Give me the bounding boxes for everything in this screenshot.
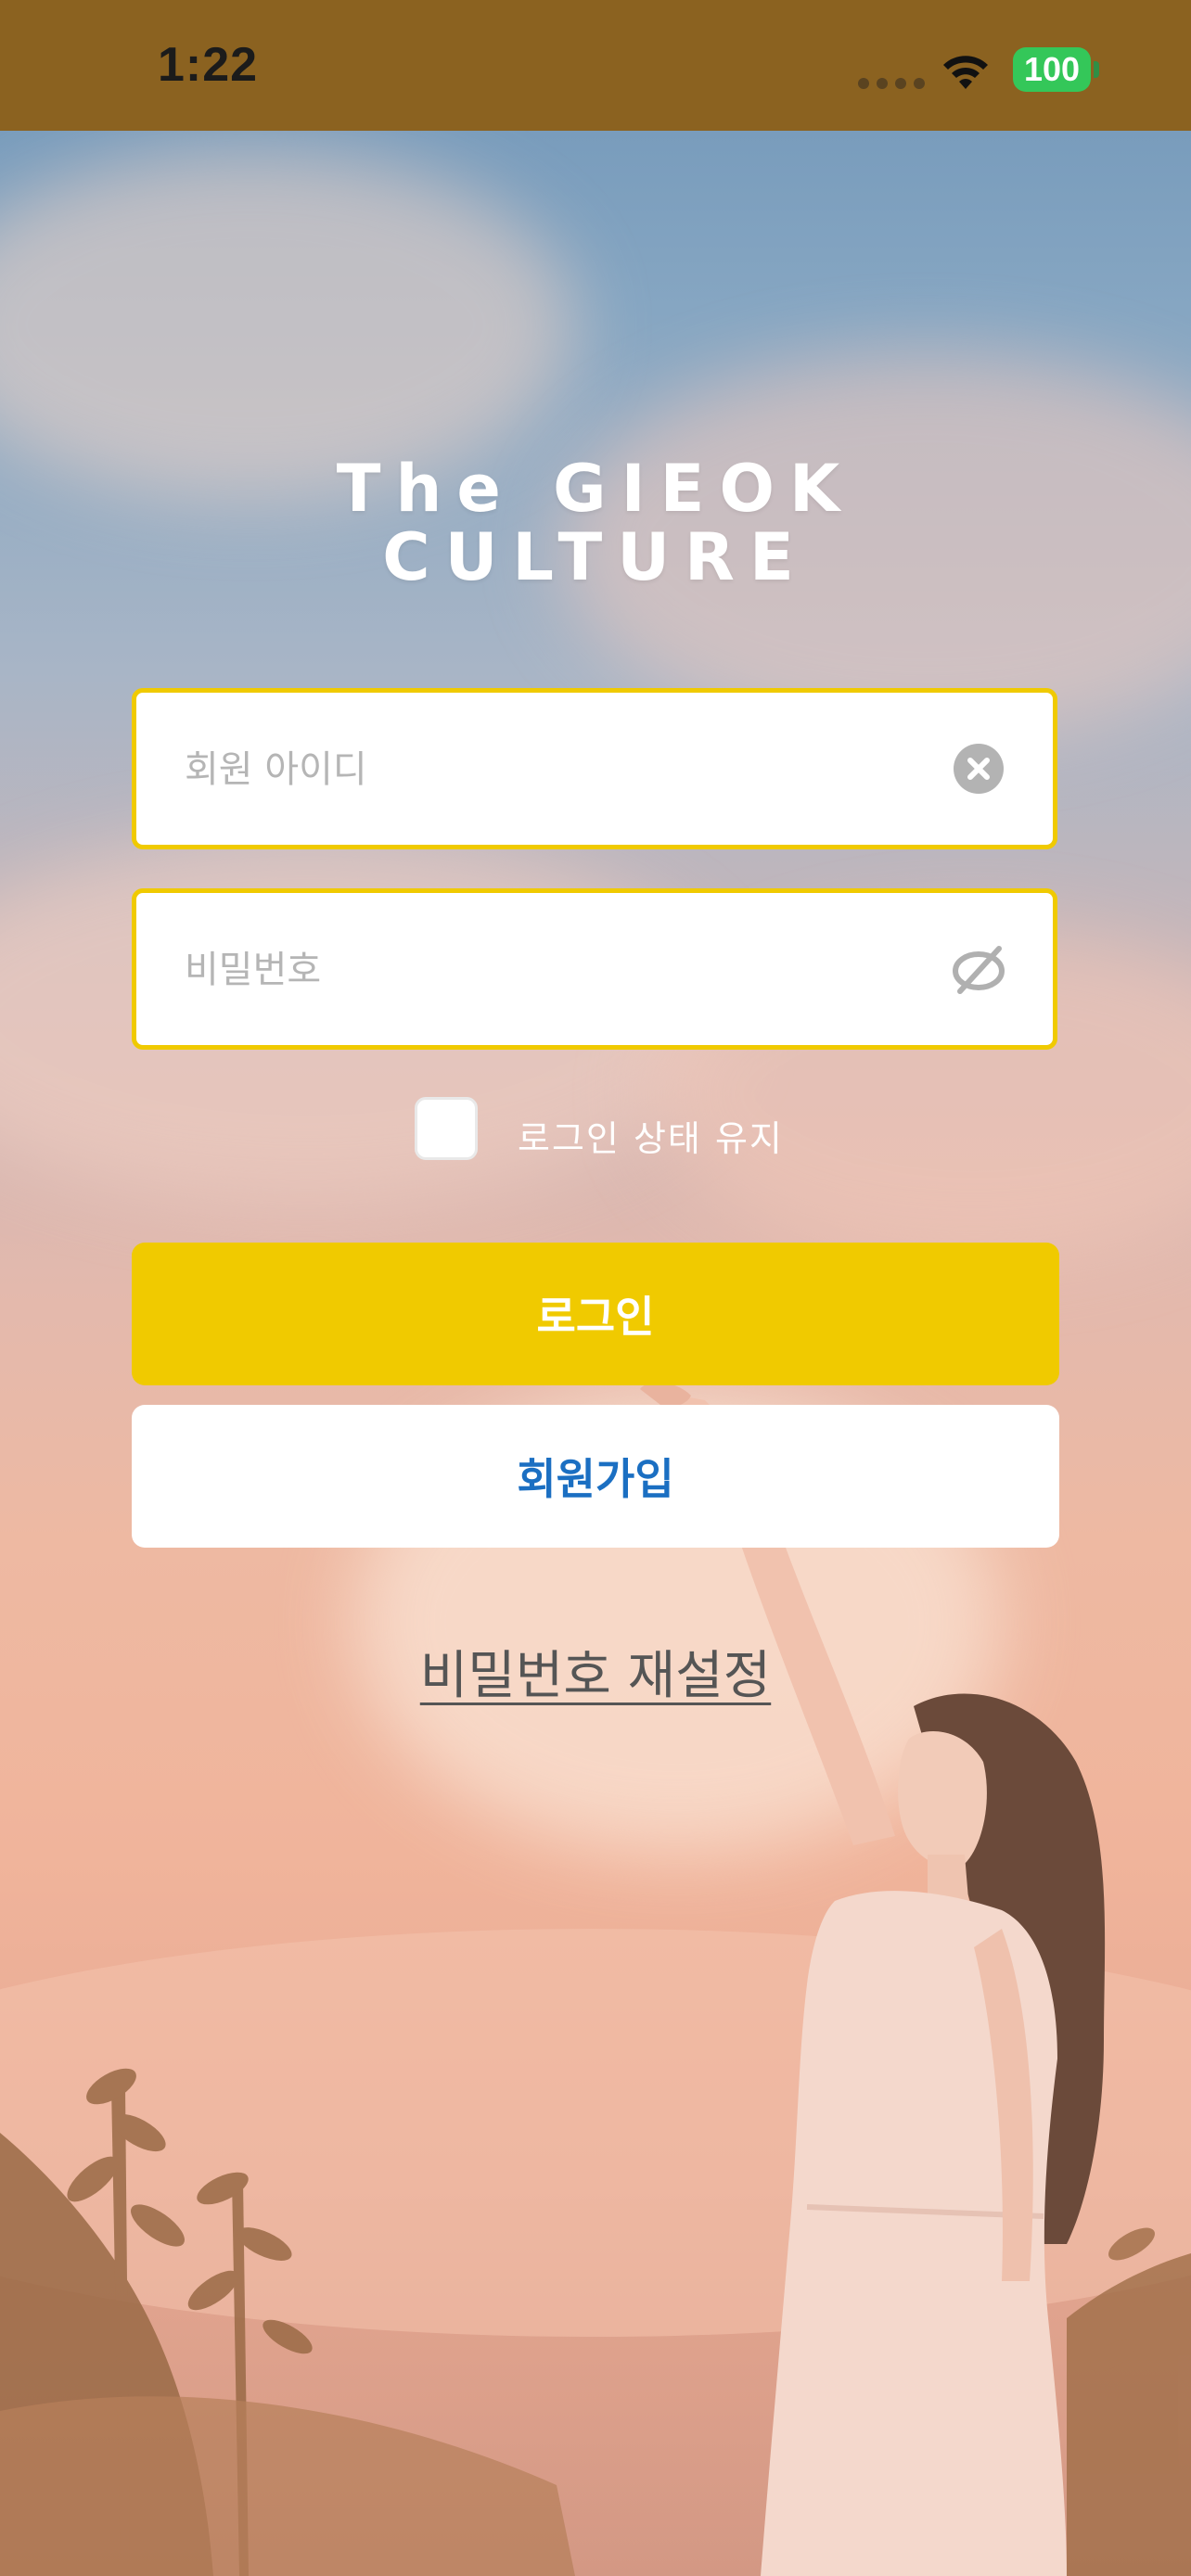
signup-button[interactable]: 회원가입 xyxy=(132,1405,1059,1548)
login-button[interactable]: 로그인 xyxy=(132,1243,1059,1385)
remember-label[interactable]: 로그인 상태 유지 xyxy=(518,1110,784,1161)
wifi-icon xyxy=(943,56,988,89)
brand-title: The GIEOK CULTURE xyxy=(0,454,1191,592)
clear-icon[interactable] xyxy=(953,743,1005,795)
signal-icon xyxy=(858,78,925,89)
status-bar: 1:22 100 xyxy=(0,0,1191,131)
battery-tip xyxy=(1094,61,1099,78)
eye-off-icon[interactable] xyxy=(953,943,1005,995)
login-screen: 1:22 100 The GIEOK CULTURE 로 xyxy=(0,0,1191,2576)
id-input[interactable] xyxy=(183,693,947,847)
password-input[interactable] xyxy=(183,893,947,1047)
password-field[interactable] xyxy=(132,888,1057,1050)
remember-checkbox[interactable] xyxy=(415,1097,478,1160)
reset-password-link[interactable]: 비밀번호 재설정 xyxy=(0,1634,1191,1709)
status-time: 1:22 xyxy=(158,38,259,92)
brand-title-line2: CULTURE xyxy=(382,519,809,595)
id-field[interactable] xyxy=(132,688,1057,849)
remember-row: 로그인 상태 유지 xyxy=(0,1097,1191,1162)
battery-indicator: 100 xyxy=(1013,47,1091,92)
brand-title-line1: The GIEOK xyxy=(336,451,855,527)
